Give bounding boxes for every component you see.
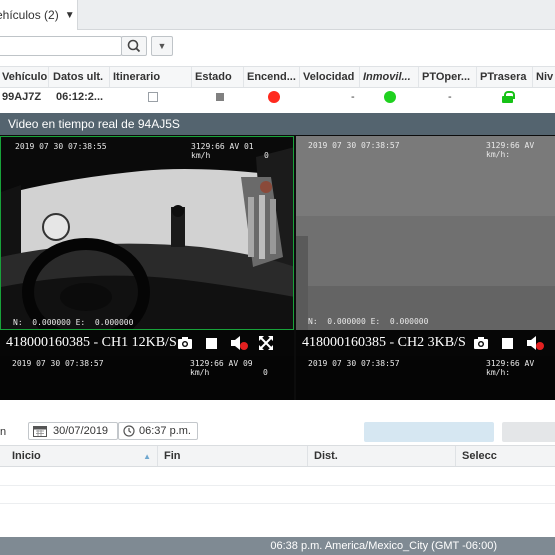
col-selecc[interactable]: Selecc [456, 446, 555, 466]
fullscreen-icon[interactable] [258, 336, 273, 350]
search-icon [127, 39, 141, 53]
cell-ptrasera [499, 88, 519, 106]
date-field[interactable]: 30/07/2019 [28, 422, 118, 440]
date-value: 30/07/2019 [53, 425, 109, 437]
col-datos-ult[interactable]: Datos ult. [50, 67, 110, 87]
app-page: ehículos (2) ▼ ▼ Vehículo Datos ult. Iti… [0, 0, 555, 555]
results-table: Inicio ▲ Fin Dist. Selecc [0, 445, 555, 504]
camera-snapshot-icon[interactable] [473, 337, 488, 349]
row-divider [0, 503, 555, 504]
col-inicio[interactable]: Inicio ▲ [6, 446, 158, 466]
ch1-timestamp: 2019 07 30 07:38:55 [15, 142, 107, 151]
col-ptrasera[interactable]: PTrasera [477, 67, 533, 87]
tab-vehicles-label: ehículos (2) [0, 8, 59, 22]
secondary-filter-button[interactable] [502, 422, 555, 442]
cell-ptoper: - [448, 91, 452, 103]
col-fin[interactable]: Fin [158, 446, 308, 466]
cell-datos-ult: 06:12:2... [56, 91, 104, 103]
ch1-bottom-value: 0 [263, 368, 268, 377]
col-inicio-label: Inicio [12, 450, 41, 462]
col-dist[interactable]: Dist. [308, 446, 456, 466]
cell-inmovilizador [381, 88, 401, 106]
immobilizer-on-icon [384, 91, 396, 103]
ch2-lower-band: 2019 07 30 07:38:57 3129:66 AV km/h: [296, 356, 555, 400]
cell-encendido [265, 88, 285, 106]
ch1-bottom-unit: km/h [190, 368, 210, 377]
ch1-speed-top: 3129:66 AV 01 [191, 142, 254, 151]
stop-icon[interactable] [205, 337, 217, 349]
ch1-bottom-speed: 3129:66 AV 09 [190, 359, 253, 368]
cell-velocidad: - [351, 91, 355, 103]
ch2-bottom-speed: 3129:66 AV [486, 359, 535, 368]
calendar-icon[interactable] [33, 425, 47, 437]
ch1-bottom-time: 2019 07 30 07:38:57 [12, 359, 104, 368]
col-nivel[interactable]: Niv [533, 67, 555, 87]
ch2-coordinates: N: 0.000000 E: 0.000000 [308, 317, 429, 326]
status-square-icon [216, 93, 224, 101]
col-velocidad[interactable]: Velocidad [300, 67, 360, 87]
vehicle-table-header: Vehículo Datos ult. Itinerario Estado En… [0, 66, 555, 88]
ignition-off-icon [268, 91, 280, 103]
options-dropdown-button[interactable]: ▼ [151, 36, 173, 56]
road-camera-image [296, 136, 555, 330]
ch2-bottom-time: 2019 07 30 07:38:57 [308, 359, 400, 368]
apply-filter-button[interactable] [364, 422, 494, 442]
timezone-status: 06:38 p.m. America/Mexico_City (GMT -06:… [270, 540, 497, 552]
ch1-coordinates: N: 0.000000 E: 0.000000 [13, 318, 134, 327]
ch1-lower-band: 2019 07 30 07:38:57 3129:66 AV 09 km/h 0 [0, 356, 294, 400]
ch1-label: 418000160385 - CH1 12KB/S [6, 335, 177, 350]
stop-icon[interactable] [501, 337, 513, 349]
cell-itinerario [145, 88, 165, 106]
video-dialog: Video en tiempo real de 94AJ5S 2019 07 3… [0, 113, 555, 400]
filter-prefix-label: n [0, 426, 7, 438]
camera-snapshot-icon[interactable] [177, 337, 192, 349]
ch1-speed-value: 0 [264, 151, 269, 160]
ch1-control-bar: 418000160385 - CH1 12KB/S [0, 330, 294, 356]
vehicle-table: Vehículo Datos ult. Itinerario Estado En… [0, 66, 555, 106]
search-row: ▼ [0, 30, 555, 62]
mute-icon[interactable] [526, 336, 545, 350]
table-row[interactable]: 99AJ7Z 06:12:2... - - [0, 88, 555, 106]
itinerary-checkbox[interactable] [148, 92, 158, 102]
ch2-timestamp: 2019 07 30 07:38:57 [308, 141, 400, 150]
camera-feed-ch1[interactable]: 2019 07 30 07:38:55 3129:66 AV 01 km/h 0… [0, 136, 294, 330]
col-inmovilizador[interactable]: Inmovil... [360, 67, 419, 87]
camera-feed-ch2[interactable]: 2019 07 30 07:38:57 3129:66 AV km/h: N: … [296, 136, 555, 330]
cell-vehiculo: 99AJ7Z [2, 91, 42, 103]
ch2-control-bar: 418000160385 - CH2 3KB/S [296, 330, 555, 356]
status-bar: 06:38 p.m. America/Mexico_City (GMT -06:… [0, 537, 555, 555]
search-button[interactable] [121, 36, 147, 56]
ch2-label: 418000160385 - CH2 3KB/S [302, 335, 466, 350]
tab-bar: ehículos (2) ▼ [0, 0, 555, 30]
ch1-speed-unit: km/h [191, 151, 211, 160]
chevron-down-icon[interactable]: ▼ [65, 10, 75, 21]
clock-icon[interactable] [123, 425, 135, 437]
video-dialog-title: Video en tiempo real de 94AJ5S [0, 113, 555, 135]
cabin-camera-image [1, 137, 293, 329]
search-input[interactable] [0, 36, 122, 56]
sort-ascending-icon[interactable]: ▲ [143, 452, 151, 461]
cell-estado [213, 88, 233, 106]
ch2-speed-top: 3129:66 AV [486, 141, 535, 150]
lock-icon [502, 91, 515, 103]
mute-icon[interactable] [230, 336, 249, 350]
ch2-bottom-unit: km/h: [486, 368, 511, 377]
col-vehiculo[interactable]: Vehículo [0, 67, 49, 87]
col-itinerario[interactable]: Itinerario [110, 67, 192, 87]
date-filter-bar: n 30/07/2019 06:37 p.m. [0, 420, 555, 444]
results-table-header: Inicio ▲ Fin Dist. Selecc [0, 445, 555, 467]
time-value: 06:37 p.m. [139, 425, 191, 437]
col-encendido[interactable]: Encend... [244, 67, 300, 87]
time-field[interactable]: 06:37 p.m. [118, 422, 198, 440]
ch2-speed-unit: km/h: [486, 150, 511, 159]
row-divider [0, 485, 555, 486]
tab-vehicles[interactable]: ehículos (2) ▼ [0, 0, 78, 30]
col-ptoper[interactable]: PTOper... [419, 67, 477, 87]
col-estado[interactable]: Estado [192, 67, 244, 87]
